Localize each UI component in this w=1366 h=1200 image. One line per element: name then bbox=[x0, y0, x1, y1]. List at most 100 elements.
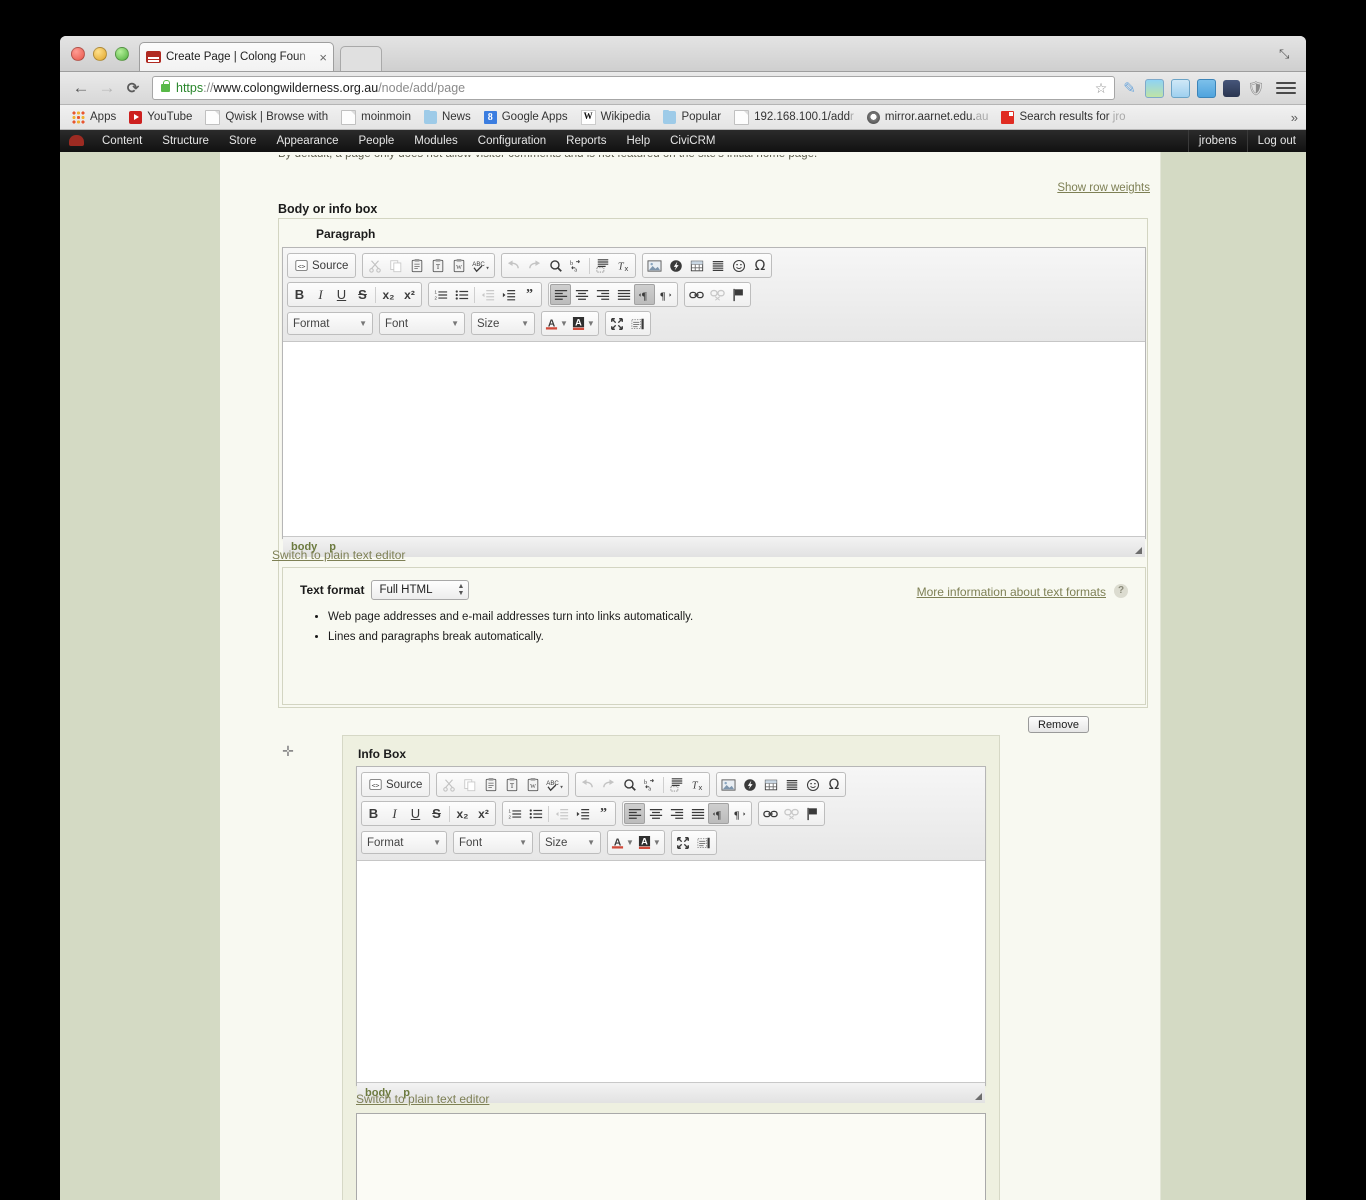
redo-button[interactable] bbox=[598, 774, 619, 795]
bg-color-button[interactable]: A ▼ bbox=[570, 313, 597, 334]
indent-button[interactable] bbox=[572, 803, 593, 824]
chrome-menu-icon[interactable] bbox=[1276, 80, 1296, 97]
bookmark-item[interactable]: W Wikipedia bbox=[576, 108, 656, 127]
format-dropdown[interactable]: Format ▼ bbox=[287, 312, 373, 335]
font-dropdown[interactable]: Font ▼ bbox=[453, 831, 533, 854]
paste-word-button[interactable]: W bbox=[448, 255, 469, 276]
cut-button[interactable] bbox=[364, 255, 385, 276]
admin-menu-content[interactable]: Content bbox=[92, 130, 152, 152]
rtl-button[interactable]: ¶ bbox=[729, 803, 750, 824]
horizontal-rule-button[interactable] bbox=[781, 774, 802, 795]
maximize-button[interactable] bbox=[607, 313, 628, 334]
bold-button[interactable]: B bbox=[289, 284, 310, 305]
spellcheck-button[interactable]: ABC bbox=[469, 255, 493, 276]
bookmark-item[interactable]: mirror.aarnet.edu.au bbox=[862, 109, 994, 126]
bookmarks-overflow-icon[interactable]: » bbox=[1291, 110, 1298, 125]
image-extension-icon[interactable] bbox=[1145, 78, 1164, 98]
bookmark-item[interactable]: Search results for jro bbox=[996, 109, 1130, 126]
paste-button[interactable] bbox=[480, 774, 501, 795]
align-left-button[interactable] bbox=[550, 284, 571, 305]
size-dropdown[interactable]: Size ▼ bbox=[471, 312, 535, 335]
admin-menu-modules[interactable]: Modules bbox=[404, 130, 467, 152]
superscript-button[interactable]: x² bbox=[399, 284, 420, 305]
text-format-select[interactable]: Full HTML ▲ ▼ bbox=[371, 580, 470, 600]
admin-logout-link[interactable]: Log out bbox=[1246, 130, 1306, 152]
bookmark-item[interactable]: 8 Google Apps bbox=[479, 109, 573, 126]
special-char-button[interactable]: Ω bbox=[823, 774, 844, 795]
strike-button[interactable]: S bbox=[352, 284, 373, 305]
seo-extension-icon[interactable] bbox=[1171, 78, 1190, 98]
maximize-button[interactable] bbox=[673, 832, 694, 853]
size-dropdown[interactable]: Size ▼ bbox=[539, 831, 601, 854]
close-window-button[interactable] bbox=[71, 47, 85, 61]
paste-text-button[interactable]: T bbox=[501, 774, 522, 795]
unlink-button[interactable] bbox=[707, 284, 728, 305]
link-button[interactable] bbox=[686, 284, 707, 305]
remove-button[interactable]: Remove bbox=[1028, 716, 1089, 733]
special-char-button[interactable]: Ω bbox=[749, 255, 770, 276]
redo-button[interactable] bbox=[524, 255, 545, 276]
text-color-button[interactable]: A ▼ bbox=[543, 313, 570, 334]
admin-menu-store[interactable]: Store bbox=[219, 130, 267, 152]
bookmark-item[interactable]: Apps bbox=[67, 109, 121, 126]
undo-button[interactable] bbox=[503, 255, 524, 276]
remove-format-button[interactable]: Tx bbox=[613, 255, 634, 276]
speed-extension-icon[interactable] bbox=[1223, 79, 1240, 97]
italic-button[interactable]: I bbox=[310, 284, 331, 305]
admin-menu-structure[interactable]: Structure bbox=[152, 130, 219, 152]
find-button[interactable] bbox=[619, 774, 640, 795]
bookmark-item[interactable]: News bbox=[419, 109, 476, 126]
blockquote-button[interactable]: ” bbox=[519, 284, 540, 305]
more-info-text-formats-link[interactable]: More information about text formats bbox=[917, 585, 1106, 599]
italic-button[interactable]: I bbox=[384, 803, 405, 824]
maximize-window-button[interactable] bbox=[115, 47, 129, 61]
indent-button[interactable] bbox=[498, 284, 519, 305]
admin-menu-civicrm[interactable]: CiviCRM bbox=[660, 130, 725, 152]
admin-menu-people[interactable]: People bbox=[348, 130, 404, 152]
replace-button[interactable]: ba bbox=[566, 255, 587, 276]
bulleted-list-button[interactable] bbox=[525, 803, 546, 824]
admin-menu-configuration[interactable]: Configuration bbox=[468, 130, 556, 152]
format-dropdown[interactable]: Format ▼ bbox=[361, 831, 447, 854]
table-button[interactable] bbox=[760, 774, 781, 795]
paste-button[interactable] bbox=[406, 255, 427, 276]
bookmark-item[interactable]: YouTube bbox=[124, 109, 197, 126]
paste-text-button[interactable]: T bbox=[427, 255, 448, 276]
bold-button[interactable]: B bbox=[363, 803, 384, 824]
underline-button[interactable]: U bbox=[331, 284, 352, 305]
align-right-button[interactable] bbox=[666, 803, 687, 824]
align-left-button[interactable] bbox=[624, 803, 645, 824]
flash-button[interactable] bbox=[665, 255, 686, 276]
find-button[interactable] bbox=[545, 255, 566, 276]
address-bar[interactable]: https://www.colongwilderness.org.au/node… bbox=[152, 76, 1115, 100]
spellcheck-button[interactable]: ABC bbox=[543, 774, 567, 795]
cut-button[interactable] bbox=[438, 774, 459, 795]
reload-button[interactable]: ⟳ bbox=[120, 76, 146, 100]
browser-tab[interactable]: Create Page | Colong Foun × bbox=[139, 42, 334, 71]
bookmark-star-icon[interactable]: ☆ bbox=[1092, 79, 1110, 97]
switch-plain-text-link-paragraph[interactable]: Switch to plain text editor bbox=[272, 548, 405, 562]
outdent-button[interactable] bbox=[551, 803, 572, 824]
align-center-button[interactable] bbox=[645, 803, 666, 824]
shield-extension-icon[interactable]: 🛡 bbox=[1247, 80, 1265, 97]
source-button[interactable]: <> Source bbox=[289, 255, 354, 276]
help-icon[interactable]: ? bbox=[1114, 584, 1128, 598]
outdent-button[interactable] bbox=[477, 284, 498, 305]
strike-button[interactable]: S bbox=[426, 803, 447, 824]
admin-username[interactable]: jrobens bbox=[1187, 130, 1247, 152]
bookmark-item[interactable]: 192.168.100.1/addr bbox=[729, 108, 859, 127]
link-button[interactable] bbox=[760, 803, 781, 824]
switch-plain-text-link-infobox[interactable]: Switch to plain text editor bbox=[356, 1092, 489, 1106]
admin-menu-reports[interactable]: Reports bbox=[556, 130, 616, 152]
close-tab-icon[interactable]: × bbox=[319, 51, 327, 64]
image-button[interactable] bbox=[718, 774, 739, 795]
justify-button[interactable] bbox=[687, 803, 708, 824]
bookmark-item[interactable]: Popular bbox=[658, 109, 726, 126]
justify-button[interactable] bbox=[613, 284, 634, 305]
infobox-editing-area[interactable] bbox=[357, 861, 985, 1082]
undo-button[interactable] bbox=[577, 774, 598, 795]
ltr-button[interactable]: ¶ bbox=[708, 803, 729, 824]
resize-handle-icon[interactable] bbox=[975, 1093, 982, 1100]
ltr-button[interactable]: ¶ bbox=[634, 284, 655, 305]
blockquote-button[interactable]: ” bbox=[593, 803, 614, 824]
